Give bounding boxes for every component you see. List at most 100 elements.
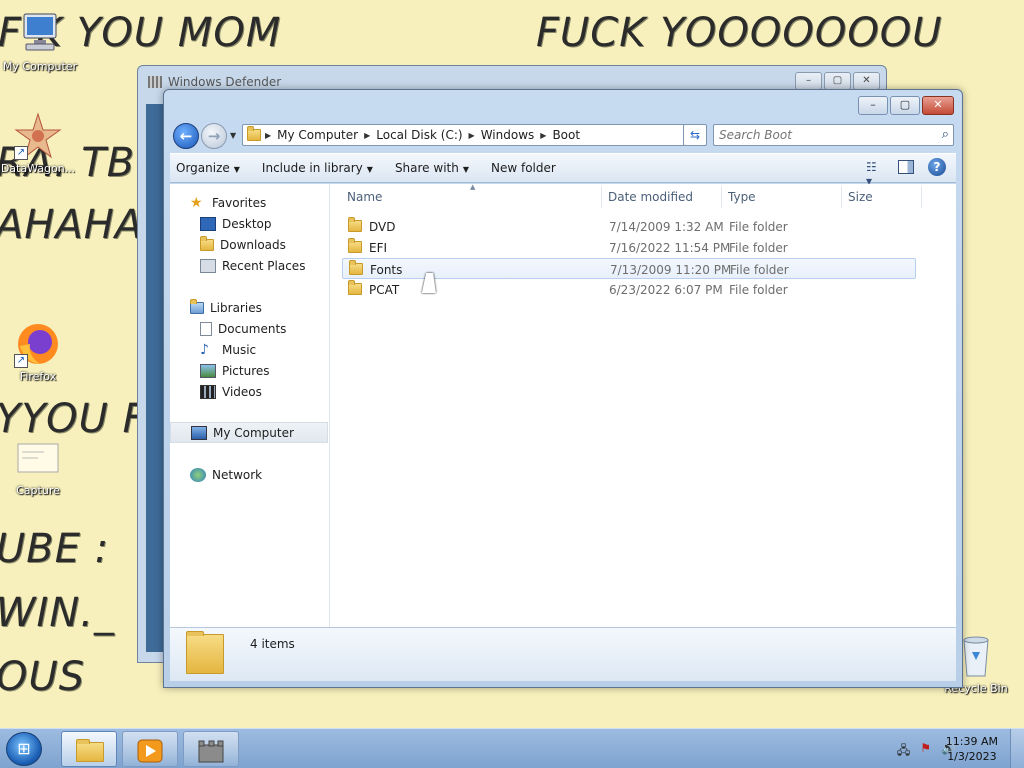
back-button[interactable]: ← [173,123,199,149]
windows-logo-icon: ⊞ [17,739,31,758]
window-controls: – ▢ ✕ [858,96,954,115]
nav-downloads[interactable]: Downloads [170,234,328,255]
file-date: 6/23/2022 6:07 PM [609,283,723,297]
chevron-right-icon[interactable]: ▶ [364,131,370,140]
minimize-icon: – [870,98,876,111]
desktop-icon-firefox[interactable]: ↗ Firefox [0,320,78,383]
chevron-down-icon: ▼ [233,165,240,174]
file-name: PCAT [369,283,400,297]
breadcrumb-boot[interactable]: Boot [552,128,580,142]
organize-button[interactable]: Organize ▼ [176,161,240,175]
close-button[interactable]: ✕ [922,96,954,115]
documents-icon [200,321,212,336]
file-type: File folder [729,220,788,234]
nav-label: Recent Places [222,258,306,273]
arrow-left-icon: ← [179,127,193,145]
search-input[interactable] [714,125,924,145]
view-options-icon[interactable]: ☷ ▾ [866,160,884,188]
close-icon: ✕ [933,98,943,111]
forward-button[interactable]: → [201,123,227,149]
folder-icon [348,280,362,295]
address-bar[interactable]: ▶ My Computer ▶ Local Disk (C:) ▶ Window… [242,124,706,146]
wallpaper-text-2: FUCK YOOOOOOOU [536,10,943,56]
desktop-icon-label: Capture [16,484,60,497]
action-center-icon[interactable]: ⚑ [920,741,931,762]
nav-desktop[interactable]: Desktop [170,213,328,234]
file-date: 7/16/2022 11:54 PM [609,241,731,255]
nav-label: Documents [218,321,287,336]
chevron-right-icon[interactable]: ▶ [469,131,475,140]
new-folder-button[interactable]: New folder [491,161,556,175]
refresh-icon: ⇆ [689,128,701,142]
search-icon[interactable]: ⌕ [942,127,949,142]
desktop-icon-datawagon[interactable]: ↗ DataWagon... [0,112,78,175]
videos-icon [200,384,216,399]
desktop-icon-capture[interactable]: Capture [0,434,78,497]
column-header-size[interactable]: Size [842,186,922,208]
minimize-icon[interactable]: – [795,72,822,90]
close-icon[interactable]: ✕ [853,72,880,90]
file-type: File folder [729,283,788,297]
clock[interactable]: 11:39 AM 1/3/2023 [946,734,998,764]
column-header-name[interactable]: Name ▲ [330,183,602,208]
folder-icon [186,631,224,674]
file-row[interactable]: DVD 7/14/2009 1:32 AM File folder [342,216,916,237]
desktop-icon-my-computer[interactable]: My Computer [0,10,80,73]
recent-places-icon [200,258,216,273]
chevron-right-icon[interactable]: ▶ [265,131,271,140]
desktop-icon-label: My Computer [2,60,78,73]
chevron-right-icon[interactable]: ▶ [540,131,546,140]
maximize-button[interactable]: ▢ [890,96,920,115]
nav-documents[interactable]: Documents [170,318,328,339]
organize-label: Organize [176,161,230,175]
navigation-bar: ← → ▼ ▶ My Computer ▶ Local Disk (C:) ▶ … [170,121,956,149]
clock-time: 11:39 AM [945,735,998,748]
folder-icon [247,126,261,141]
defender-app-icon [148,76,162,88]
nav-recent-places[interactable]: Recent Places [170,255,328,276]
breadcrumb-my-computer[interactable]: My Computer [277,128,358,142]
maximize-icon: ▢ [899,98,911,111]
search-box[interactable]: ⌕ [713,124,954,146]
folder-icon [348,238,362,253]
taskbar-media-player-button[interactable] [122,731,178,767]
column-header-type[interactable]: Type [722,186,842,208]
desktop-icon-label: Firefox [19,370,57,383]
refresh-button[interactable]: ⇆ [683,124,707,146]
nav-libraries[interactable]: Libraries [170,297,328,318]
taskbar-defender-button[interactable] [183,731,239,767]
taskbar-explorer-button[interactable] [61,731,117,767]
nav-network[interactable]: Network [170,464,328,485]
network-status-icon[interactable]: 🖧 [897,741,910,762]
column-header-date-modified[interactable]: Date modified [602,186,722,208]
start-button[interactable]: ⊞ [6,732,42,766]
help-icon[interactable]: ? [928,158,946,176]
details-pane: 4 items [170,627,956,681]
file-name: EFI [369,241,388,255]
breadcrumb-local-disk[interactable]: Local Disk (C:) [376,128,462,142]
command-bar: Organize ▼ Include in library ▼ Share with… [170,153,956,188]
breadcrumb-windows[interactable]: Windows [481,128,535,142]
include-in-library-button[interactable]: Include in library ▼ [262,161,373,175]
nav-music[interactable]: ♪ Music [170,339,328,360]
column-header-label: Type [728,190,756,204]
preview-pane-icon[interactable] [898,160,914,174]
wallpaper-text-7: WIN._ [0,590,115,636]
sort-ascending-icon: ▲ [470,183,476,191]
column-header-label: Size [848,190,873,204]
file-row[interactable]: EFI 7/16/2022 11:54 PM File folder [342,237,916,258]
show-desktop-button[interactable] [1010,729,1024,768]
recent-pages-dropdown[interactable]: ▼ [230,131,236,140]
nav-favorites[interactable]: ★ Favorites [170,192,328,213]
file-date: 7/13/2009 11:20 PM [610,263,732,277]
nav-videos[interactable]: Videos [170,381,328,402]
share-with-button[interactable]: Share with ▼ [395,161,469,175]
minimize-button[interactable]: – [858,96,888,115]
maximize-icon[interactable]: ▢ [824,72,851,90]
castle-icon [198,740,224,763]
defender-window-controls: – ▢ ✕ [795,72,880,90]
nav-label: Desktop [222,216,272,231]
explorer-window[interactable]: – ▢ ✕ ← → ▼ ▶ My Computer ▶ Local Disk (… [163,89,963,688]
nav-my-computer[interactable]: My Computer [170,422,328,443]
nav-pictures[interactable]: Pictures [170,360,328,381]
